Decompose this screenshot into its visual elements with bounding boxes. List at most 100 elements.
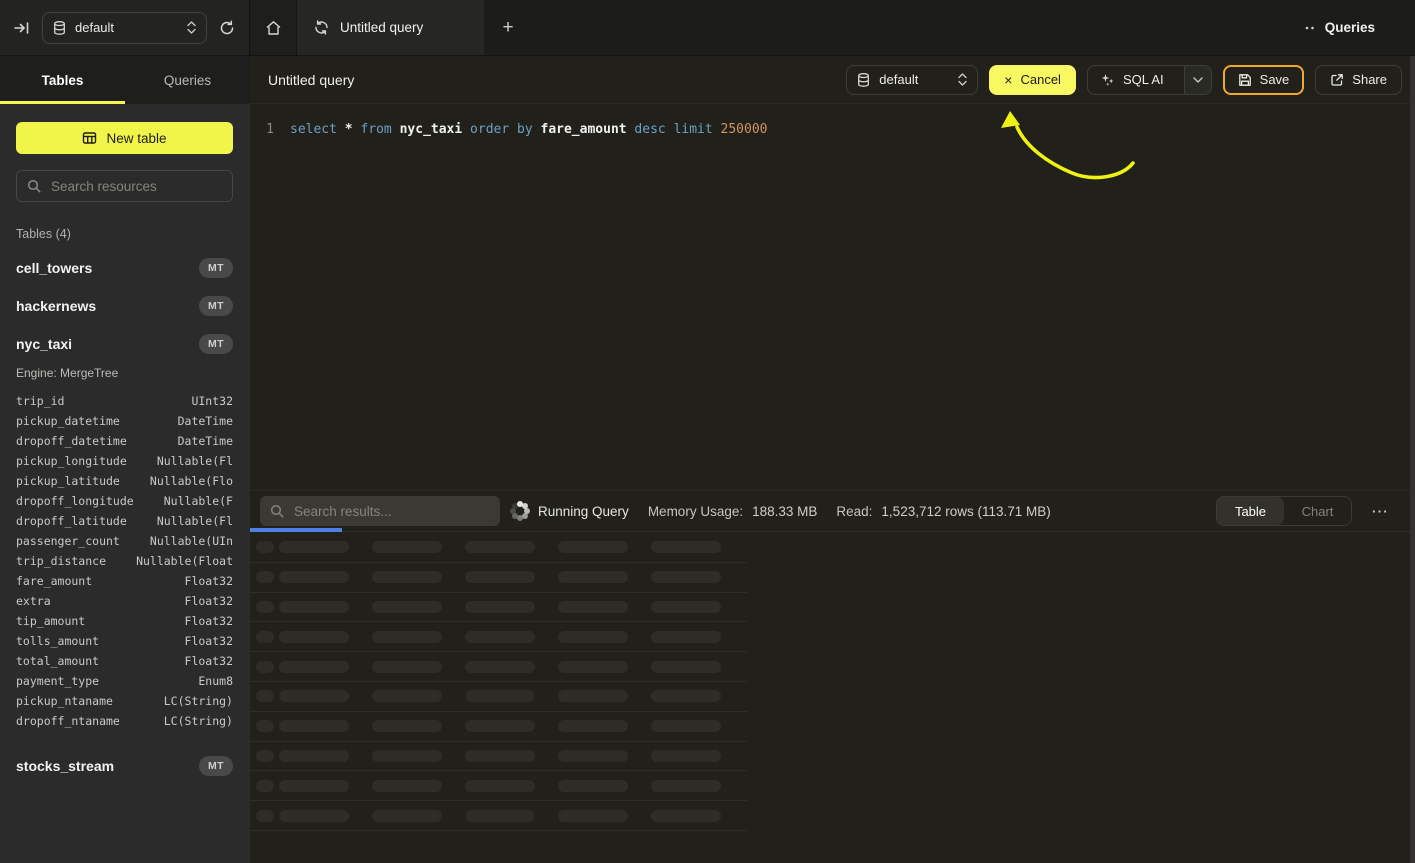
- sidebar-tab-queries[interactable]: Queries: [125, 56, 250, 104]
- skeleton-cell: [279, 720, 349, 732]
- skeleton-cell: [651, 720, 721, 732]
- table-column-row: extraFloat32: [16, 591, 233, 611]
- column-type: Nullable(F: [164, 494, 233, 508]
- table-row[interactable]: hackernews MT: [16, 295, 233, 317]
- sidebar-tabs: Tables Queries: [0, 56, 250, 104]
- share-button[interactable]: Share: [1315, 65, 1402, 95]
- sql-token-keyword: order: [470, 122, 509, 137]
- results-toolbar: Running Query Memory Usage: 188.33 MB Re…: [250, 490, 1415, 531]
- tab-label: Untitled query: [340, 20, 423, 35]
- tab-home[interactable]: [250, 0, 297, 55]
- query-database-value: default: [879, 72, 949, 87]
- engine-badge: MT: [199, 334, 233, 354]
- chevron-updown-icon: [187, 21, 196, 34]
- column-name: fare_amount: [16, 574, 92, 588]
- memory-usage-value: 188.33 MB: [752, 504, 817, 519]
- table-row[interactable]: nyc_taxiMT: [16, 333, 233, 355]
- column-name: pickup_longitude: [16, 454, 127, 468]
- column-type: Float32: [185, 574, 233, 588]
- save-button[interactable]: Save: [1223, 65, 1305, 95]
- query-progress-bar: [250, 528, 342, 532]
- skeleton-cell: [558, 631, 628, 643]
- sql-ai-button[interactable]: SQL AI: [1088, 66, 1176, 94]
- skeleton-cell: [558, 661, 628, 673]
- sql-token-keyword: select: [290, 122, 337, 137]
- engine-badge: MT: [199, 296, 233, 316]
- table-column-row: total_amountFloat32: [16, 651, 233, 671]
- column-type: UInt32: [191, 394, 233, 408]
- sidebar-body: New table Tables (4) cell_towersMThacker…: [0, 104, 250, 777]
- column-type: Nullable(Float: [136, 554, 233, 568]
- skeleton-cell: [465, 661, 535, 673]
- cancel-button[interactable]: × Cancel: [989, 65, 1076, 95]
- results-loading-skeleton: [250, 533, 747, 831]
- sidebar-search-input[interactable]: [49, 178, 222, 195]
- results-search-input[interactable]: [292, 503, 490, 520]
- column-type: Nullable(Fl: [157, 454, 233, 468]
- query-database-selector[interactable]: default: [846, 65, 978, 95]
- skeleton-cell: [651, 541, 721, 553]
- skeleton-cell: [256, 780, 274, 792]
- skeleton-row: [250, 771, 747, 801]
- skeleton-cell: [372, 780, 442, 792]
- skeleton-cell: [558, 690, 628, 702]
- skeleton-cell: [279, 541, 349, 553]
- toggle-chart[interactable]: Chart: [1284, 497, 1351, 525]
- new-table-button[interactable]: New table: [16, 122, 233, 154]
- skeleton-cell: [465, 571, 535, 583]
- skeleton-cell: [279, 750, 349, 762]
- save-button-label: Save: [1260, 72, 1290, 87]
- skeleton-row: [250, 563, 747, 593]
- skeleton-cell: [651, 690, 721, 702]
- skeleton-cell: [558, 780, 628, 792]
- vertical-scrollbar[interactable]: [1410, 56, 1415, 863]
- skeleton-cell: [372, 690, 442, 702]
- sql-editor[interactable]: 1 select * from nyc_taxi order by fare_a…: [250, 104, 1415, 490]
- sync-icon: [314, 20, 329, 35]
- skeleton-cell: [279, 810, 349, 822]
- skeleton-cell: [372, 631, 442, 643]
- refresh-icon[interactable]: [219, 20, 235, 36]
- skeleton-cell: [372, 750, 442, 762]
- database-selector[interactable]: default: [42, 12, 207, 44]
- skeleton-cell: [279, 571, 349, 583]
- table-column-row: passenger_countNullable(UIn: [16, 531, 233, 551]
- search-icon: [270, 504, 284, 518]
- column-type: Enum8: [198, 674, 233, 688]
- sql-token-keyword: from: [360, 122, 391, 137]
- collapse-sidebar-icon[interactable]: [14, 21, 30, 35]
- more-options-icon[interactable]: ⋯: [1365, 502, 1395, 521]
- skeleton-cell: [651, 631, 721, 643]
- topbar-left-section: default: [0, 0, 250, 55]
- skeleton-cell: [372, 720, 442, 732]
- table-column-row: fare_amount Float32: [16, 571, 233, 591]
- sql-ai-button-group: SQL AI: [1087, 65, 1212, 95]
- skeleton-cell: [256, 750, 274, 762]
- table-row[interactable]: cell_towersMT: [16, 257, 233, 279]
- skeleton-row: [250, 712, 747, 742]
- skeleton-cell: [256, 690, 274, 702]
- table-row[interactable]: stocks_streamMT: [16, 755, 233, 777]
- sidebar-tab-tables[interactable]: Tables: [0, 56, 125, 104]
- query-status: Running Query: [538, 504, 629, 519]
- skeleton-cell: [372, 541, 442, 553]
- queries-link[interactable]: Queries: [1305, 0, 1415, 55]
- sql-ai-dropdown-button[interactable]: [1184, 66, 1211, 94]
- skeleton-cell: [372, 601, 442, 613]
- home-icon: [265, 20, 282, 36]
- skeleton-cell: [465, 631, 535, 643]
- table-column-row: tip_amountFloat32: [16, 611, 233, 631]
- queries-dots-icon: [1305, 26, 1316, 30]
- skeleton-cell: [465, 810, 535, 822]
- skeleton-row: [250, 533, 747, 563]
- tab-untitled-query[interactable]: Untitled query: [297, 0, 484, 55]
- skeleton-row: [250, 593, 747, 623]
- skeleton-cell: [465, 541, 535, 553]
- table-name: hackernews: [16, 298, 96, 314]
- toggle-table[interactable]: Table: [1217, 497, 1284, 525]
- new-tab-button[interactable]: +: [484, 0, 532, 55]
- skeleton-cell: [256, 571, 274, 583]
- sql-token-identifier: fare_amount: [541, 122, 627, 137]
- table-column-row: pickup_ntanameLC(String): [16, 691, 233, 711]
- skeleton-cell: [558, 810, 628, 822]
